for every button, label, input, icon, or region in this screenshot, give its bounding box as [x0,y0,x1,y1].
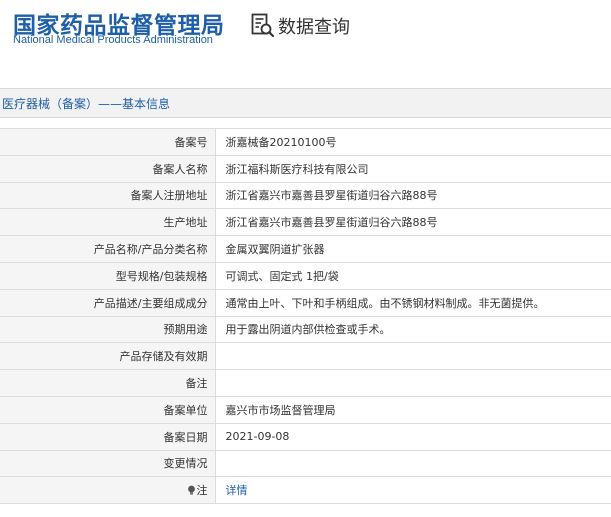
table-row: 预期用途 用于露出阴道内部供检查或手术。 [0,315,611,344]
field-label: 型号规格/包装规格 [0,261,216,290]
lightbulb-icon [187,485,195,495]
section-title: 医疗器械（备案）——基本信息 [2,96,171,111]
field-value: 浙江省嘉兴市嘉善县罗星街道归谷六路88号 [215,208,611,237]
site-logo-subtitle: National Medical Products Administration [13,34,213,46]
field-label: 备案号 [0,128,216,156]
table-row: 备案日期 2021-09-08 [0,422,611,451]
note-row: 注 详情 [0,476,611,505]
document-search-icon [251,13,275,38]
field-value: 通常由上叶、下叶和手柄组成。由不锈钢材料制成。非无菌提供。 [215,288,611,317]
data-query-label: 数据查询 [278,17,350,38]
table-row: 备案单位 嘉兴市市场监督管理局 [0,395,611,424]
field-value: 浙江福科斯医疗科技有限公司 [215,154,611,183]
note-label: 注 [196,484,208,497]
field-value [215,369,611,397]
note-label-cell: 注 [0,476,216,505]
field-label: 产品名称/产品分类名称 [0,235,216,263]
site-header: 国家药品监督管理局 National Medical Products Admi… [0,0,611,70]
field-label: 预期用途 [0,315,216,344]
device-info-table: 备案号 浙嘉械备20210100号 备案人名称 浙江福科斯医疗科技有限公司 备案… [0,128,611,505]
table-row: 生产地址 浙江省嘉兴市嘉善县罗星街道归谷六路88号 [0,208,611,237]
field-value [215,449,611,478]
field-label: 备注 [0,369,216,397]
table-row: 备注 [0,369,611,397]
details-link[interactable]: 详情 [226,484,248,497]
table-row: 备案人注册地址 浙江省嘉兴市嘉善县罗星街道归谷六路88号 [0,181,611,210]
field-value: 可调式、固定式 1把/袋 [215,261,611,290]
field-value: 金属双翼阴道扩张器 [215,235,611,263]
data-query-link[interactable]: 数据查询 [251,12,350,40]
field-value: 2021-09-08 [215,422,611,451]
field-label: 备案单位 [0,395,216,424]
table-row: 产品存储及有效期 [0,342,611,371]
table-row: 备案人名称 浙江福科斯医疗科技有限公司 [0,154,611,183]
table-row: 型号规格/包装规格 可调式、固定式 1把/袋 [0,261,611,290]
field-label: 产品描述/主要组成成分 [0,288,216,317]
field-label: 变更情况 [0,449,216,478]
note-value-cell: 详情 [215,476,611,505]
field-value: 浙江省嘉兴市嘉善县罗星街道归谷六路88号 [215,181,611,210]
table-row: 产品描述/主要组成成分 通常由上叶、下叶和手柄组成。由不锈钢材料制成。非无菌提供… [0,288,611,317]
field-label: 生产地址 [0,208,216,237]
field-value: 嘉兴市市场监督管理局 [215,395,611,424]
table-row: 产品名称/产品分类名称 金属双翼阴道扩张器 [0,235,611,263]
field-label: 备案日期 [0,422,216,451]
field-label: 备案人注册地址 [0,181,216,210]
table-row: 变更情况 [0,449,611,478]
section-header: 医疗器械（备案）——基本信息 [0,88,611,118]
field-label: 产品存储及有效期 [0,342,216,371]
field-label: 备案人名称 [0,154,216,183]
field-value [215,342,611,371]
field-value: 浙嘉械备20210100号 [215,128,611,156]
field-value: 用于露出阴道内部供检查或手术。 [215,315,611,344]
table-row: 备案号 浙嘉械备20210100号 [0,128,611,156]
